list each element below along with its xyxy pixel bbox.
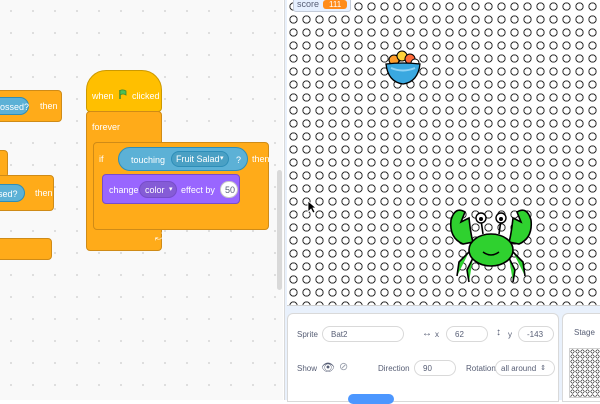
partial-sensing-label-1: ossed? <box>0 102 30 112</box>
effect-name-value: color <box>145 185 165 195</box>
y-arrows-icon: ↕ <box>496 327 501 338</box>
sprite-name-label: Sprite <box>297 330 318 339</box>
sprite-name-value: Bat2 <box>331 329 348 339</box>
code-area-scrollbar[interactable] <box>277 170 282 290</box>
partial-then-label-2: then <box>35 188 53 198</box>
crab-icon <box>449 209 533 283</box>
score-monitor-label: score <box>297 0 320 9</box>
partial-sensing-block-1[interactable]: ossed? <box>0 97 29 115</box>
rotation-value: all around <box>501 363 537 373</box>
touching-target-value: Fruit Salad <box>176 154 220 164</box>
fruit-bowl-icon <box>385 50 421 85</box>
x-label: x <box>435 330 439 339</box>
x-position-value: 62 <box>455 329 464 339</box>
fruit-salad-sprite[interactable] <box>382 46 424 88</box>
dropdown-caret-icon: ▾ <box>169 186 173 193</box>
mouse-cursor-icon <box>307 200 318 219</box>
sprite-name-field[interactable]: Bat2 <box>322 326 404 342</box>
question-mark-label: ? <box>236 155 242 165</box>
effect-dropdown[interactable]: color ▾ <box>139 181 177 198</box>
sprite-info-panel: Sprite Bat2 ↔ x 62 ↕ y -143 Show 👁 ⊘ Dir… <box>287 313 559 404</box>
partial-sensing-label-2: sed? <box>0 189 18 199</box>
x-position-field[interactable]: 62 <box>446 326 488 342</box>
partial-sensing-block-2[interactable]: sed? <box>0 184 25 202</box>
change-label: change <box>109 185 139 195</box>
y-position-field[interactable]: -143 <box>518 326 554 342</box>
partial-stack-1[interactable] <box>0 150 8 178</box>
show-hidden-eye-icon[interactable]: ⊘ <box>339 360 348 373</box>
clicked-label: clicked <box>132 91 160 101</box>
when-flag-clicked-block[interactable]: when clicked <box>86 70 162 112</box>
then-label: then <box>252 154 270 164</box>
score-monitor[interactable]: score 111 <box>293 0 352 12</box>
effect-value-input[interactable]: 50 <box>220 181 238 198</box>
stage-thumbnail[interactable] <box>569 348 600 398</box>
forever-label: forever <box>92 122 121 132</box>
code-area[interactable]: ossed? then sed? then when clicked forev… <box>0 0 283 400</box>
size-slider-thumb[interactable] <box>348 394 394 404</box>
touching-block[interactable]: touching Fruit Salad ▾ ? <box>118 147 248 171</box>
y-position-value: -143 <box>527 329 544 339</box>
loop-arrow-icon: ⤾ <box>155 232 164 243</box>
change-effect-block[interactable]: change color ▾ effect by 50 <box>102 174 240 204</box>
when-label: when <box>92 91 114 101</box>
crab-sprite[interactable] <box>445 198 537 286</box>
stage-canvas[interactable] <box>287 0 600 306</box>
select-arrows-icon: ⇕ <box>540 365 547 372</box>
direction-value: 90 <box>423 363 432 373</box>
partial-stack-2[interactable] <box>0 238 52 260</box>
effect-by-label: effect by <box>181 185 215 195</box>
x-arrows-icon: ↔ <box>422 328 432 339</box>
partial-if-block-1[interactable]: ossed? then <box>0 90 62 122</box>
stage-tab-label: Stage <box>574 328 595 337</box>
if-label: if <box>99 154 104 164</box>
direction-field[interactable]: 90 <box>414 360 456 376</box>
touching-target-dropdown[interactable]: Fruit Salad ▾ <box>171 151 229 167</box>
score-monitor-value: 111 <box>323 0 348 9</box>
rotation-label: Rotation <box>466 364 496 373</box>
effect-value-text: 50 <box>225 185 236 195</box>
direction-label: Direction <box>378 364 410 373</box>
dropdown-caret-icon: ▾ <box>220 155 224 162</box>
stage-selector-panel[interactable]: Stage <box>562 313 600 402</box>
partial-if-block-2[interactable]: sed? then <box>0 175 54 211</box>
touching-label: touching <box>131 155 166 165</box>
rotation-select[interactable]: all around ⇕ <box>495 360 555 376</box>
show-visible-eye-icon[interactable]: 👁 <box>321 361 335 374</box>
show-label: Show <box>297 364 318 373</box>
partial-then-label-1: then <box>40 101 58 111</box>
green-flag-icon <box>118 89 129 102</box>
y-label: y <box>508 330 512 339</box>
